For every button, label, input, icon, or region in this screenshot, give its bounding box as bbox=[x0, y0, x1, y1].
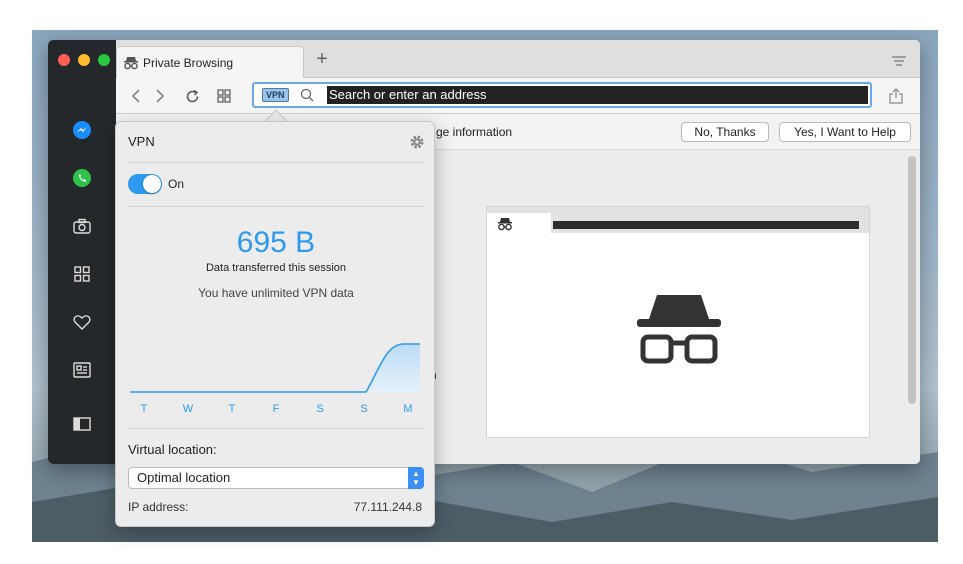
usage-area bbox=[366, 344, 420, 392]
maximize-window-button[interactable] bbox=[98, 54, 110, 66]
chevron-updown-icon: ▲ ▼ bbox=[408, 467, 424, 489]
gear-icon[interactable] bbox=[408, 133, 426, 151]
private-mode-icon bbox=[498, 218, 512, 231]
grid-icon[interactable] bbox=[70, 262, 94, 286]
new-tab-button[interactable]: + bbox=[312, 49, 332, 70]
close-window-button[interactable] bbox=[58, 54, 70, 66]
sidebar-toggle-icon[interactable] bbox=[70, 412, 94, 436]
minimize-window-button[interactable] bbox=[78, 54, 90, 66]
forward-icon[interactable] bbox=[150, 86, 170, 106]
ip-address-label: IP address: bbox=[128, 500, 189, 514]
tab-menu-icon[interactable] bbox=[892, 54, 906, 66]
info-message: ge information bbox=[436, 125, 513, 139]
ip-address-value: 77.111.244.8 bbox=[353, 500, 422, 514]
tab-private-browsing[interactable]: Private Browsing bbox=[116, 46, 304, 78]
search-icon bbox=[300, 88, 314, 102]
camera-icon[interactable] bbox=[70, 214, 94, 238]
vpn-popup-title: VPN bbox=[128, 134, 155, 149]
virtual-location-value: Optimal location bbox=[137, 470, 231, 485]
chart-day-label: S bbox=[360, 403, 367, 415]
address-input[interactable]: Search or enter an address bbox=[326, 86, 868, 104]
private-browsing-illustration bbox=[486, 206, 870, 438]
incognito-icon bbox=[637, 295, 721, 364]
news-icon[interactable] bbox=[70, 358, 94, 382]
tab-bar: Private Browsing + bbox=[116, 40, 920, 78]
tab-title: Private Browsing bbox=[143, 56, 234, 70]
vpn-toggle[interactable] bbox=[128, 174, 162, 194]
data-transferred-value: 695 B bbox=[236, 226, 316, 259]
back-icon[interactable] bbox=[126, 86, 146, 106]
no-thanks-button[interactable]: No, Thanks bbox=[681, 122, 769, 142]
address-bar[interactable]: VPN Search or enter an address bbox=[252, 82, 872, 108]
private-mode-icon bbox=[124, 57, 138, 70]
messenger-icon[interactable] bbox=[70, 118, 94, 142]
chart-day-label: M bbox=[403, 403, 412, 415]
chart-day-label: S bbox=[316, 403, 323, 415]
chart-day-label: T bbox=[229, 403, 236, 415]
vpn-badge[interactable]: VPN bbox=[262, 88, 289, 102]
speed-dial-icon[interactable] bbox=[214, 86, 234, 106]
scrollbar[interactable] bbox=[908, 156, 916, 404]
whatsapp-icon[interactable] bbox=[70, 166, 94, 190]
vpn-toggle-label: On bbox=[168, 177, 185, 191]
virtual-location-select[interactable]: Optimal location ▲ ▼ bbox=[128, 467, 424, 489]
yes-help-button[interactable]: Yes, I Want to Help bbox=[779, 122, 911, 142]
data-transferred-caption: Data transferred this session bbox=[205, 262, 346, 274]
toolbar: VPN Search or enter an address bbox=[116, 78, 920, 114]
sidebar bbox=[48, 40, 116, 464]
reload-icon[interactable] bbox=[182, 86, 202, 106]
chart-day-label: F bbox=[273, 403, 280, 415]
chart-day-label: W bbox=[183, 403, 194, 415]
virtual-location-label: Virtual location: bbox=[128, 442, 217, 457]
share-icon[interactable] bbox=[886, 86, 906, 106]
chart-day-label: T bbox=[141, 403, 148, 415]
vpn-popup: VPN On 695 B Data transferred this sessi… bbox=[115, 121, 435, 527]
unlimited-data-text: You have unlimited VPN data bbox=[198, 286, 354, 300]
heart-icon[interactable] bbox=[70, 310, 94, 334]
data-usage-chart: TWTFSSM bbox=[130, 343, 420, 415]
